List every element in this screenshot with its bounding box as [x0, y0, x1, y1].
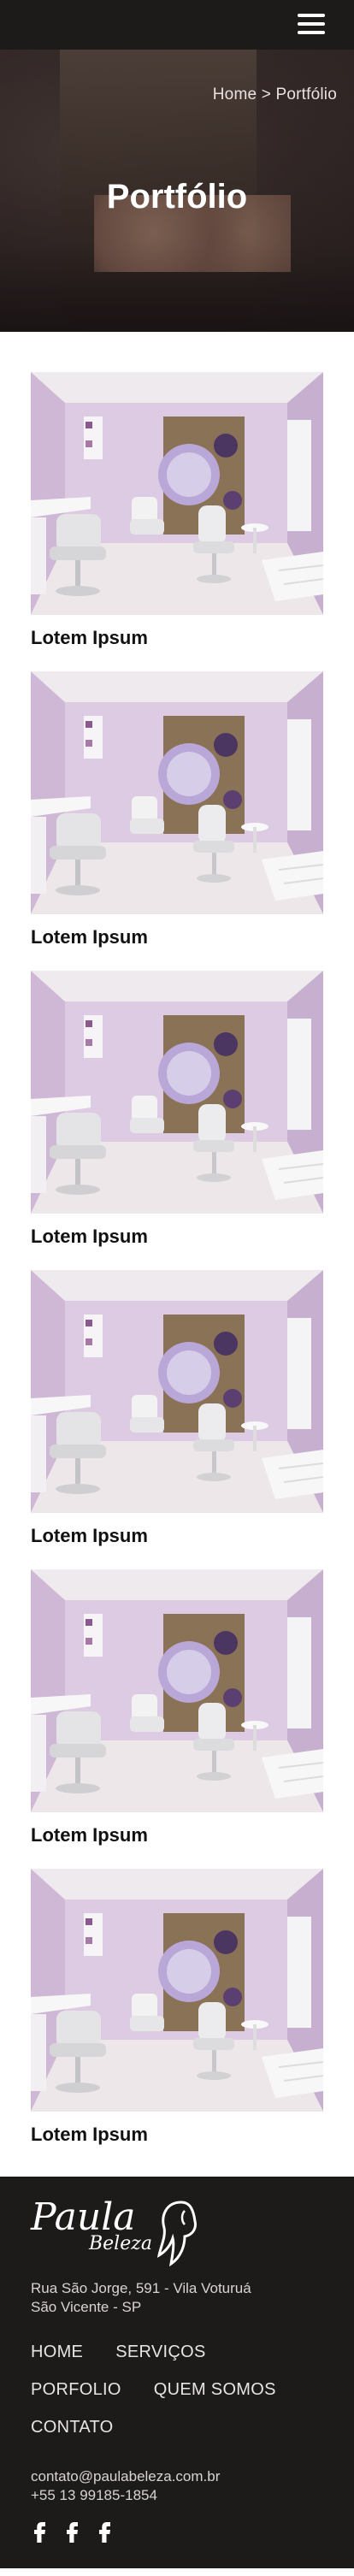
logo-line-2: Beleza: [89, 2233, 152, 2254]
top-bar: [0, 0, 354, 50]
portfolio-item-title[interactable]: Lotem Ipsum: [31, 627, 323, 649]
page-title: Portfólio: [106, 178, 248, 216]
facebook-icon[interactable]: [63, 2520, 80, 2543]
menu-bar: [298, 31, 325, 34]
portfolio-image[interactable]: [31, 1270, 323, 1513]
footer-nav-porfolio[interactable]: PORFOLIO: [31, 2375, 121, 2404]
footer-nav-home[interactable]: HOME: [31, 2337, 83, 2366]
portfolio-image[interactable]: [31, 1569, 323, 1812]
portfolio-item-title[interactable]: Lotem Ipsum: [31, 1824, 323, 1846]
portfolio-item-title[interactable]: Lotem Ipsum: [31, 1525, 323, 1547]
portfolio-item-title[interactable]: Lotem Ipsum: [31, 1226, 323, 1248]
address: Rua São Jorge, 591 - Vila Voturuá São Vi…: [31, 2279, 323, 2317]
portfolio-item[interactable]: Lotem Ipsum: [31, 971, 323, 1248]
footer: Paula Beleza Rua São Jorge, 591 - Vila V…: [0, 2177, 354, 2568]
contact-phone[interactable]: +55 13 99185-1854: [31, 2486, 323, 2505]
address-line: São Vicente - SP: [31, 2299, 142, 2315]
menu-bar: [298, 14, 325, 17]
brand-logo[interactable]: Paula Beleza: [31, 2199, 323, 2272]
portfolio-image[interactable]: [31, 372, 323, 615]
portfolio-item[interactable]: Lotem Ipsum: [31, 1569, 323, 1846]
logo-line-1: Paula: [31, 2195, 136, 2239]
portfolio-item-title[interactable]: Lotem Ipsum: [31, 926, 323, 948]
hero-banner: Home > Portfólio Portfólio: [0, 50, 354, 332]
portfolio-item[interactable]: Lotem Ipsum: [31, 372, 323, 649]
breadcrumb[interactable]: Home > Portfólio: [213, 86, 337, 104]
footer-nav: HOME SERVIÇOS PORFOLIO QUEM SOMOS CONTAT…: [31, 2337, 313, 2442]
footer-nav-contato[interactable]: CONTATO: [31, 2413, 114, 2442]
portfolio-item[interactable]: Lotem Ipsum: [31, 1869, 323, 2146]
portfolio-item[interactable]: Lotem Ipsum: [31, 671, 323, 948]
portfolio-image[interactable]: [31, 971, 323, 1214]
portfolio-image[interactable]: [31, 1869, 323, 2112]
woman-silhouette-icon: [156, 2201, 197, 2267]
portfolio-item-title[interactable]: Lotem Ipsum: [31, 2124, 323, 2146]
hamburger-menu-icon[interactable]: [298, 14, 325, 36]
contact-email[interactable]: contato@paulabeleza.com.br: [31, 2467, 323, 2486]
address-line: Rua São Jorge, 591 - Vila Voturuá: [31, 2280, 251, 2296]
portfolio-list: Lotem Ipsum Lotem Ipsum Lotem Ipsum Lote…: [0, 332, 354, 2146]
portfolio-image[interactable]: [31, 671, 323, 914]
logo-text: Paula Beleza: [31, 2195, 152, 2255]
footer-nav-quem-somos[interactable]: QUEM SOMOS: [154, 2375, 276, 2404]
social-links: [31, 2520, 323, 2543]
facebook-icon[interactable]: [96, 2520, 113, 2543]
menu-bar: [298, 22, 325, 26]
contact-info: contato@paulabeleza.com.br +55 13 99185-…: [31, 2467, 323, 2505]
facebook-icon[interactable]: [31, 2520, 48, 2543]
portfolio-item[interactable]: Lotem Ipsum: [31, 1270, 323, 1547]
footer-nav-servicos[interactable]: SERVIÇOS: [115, 2337, 205, 2366]
